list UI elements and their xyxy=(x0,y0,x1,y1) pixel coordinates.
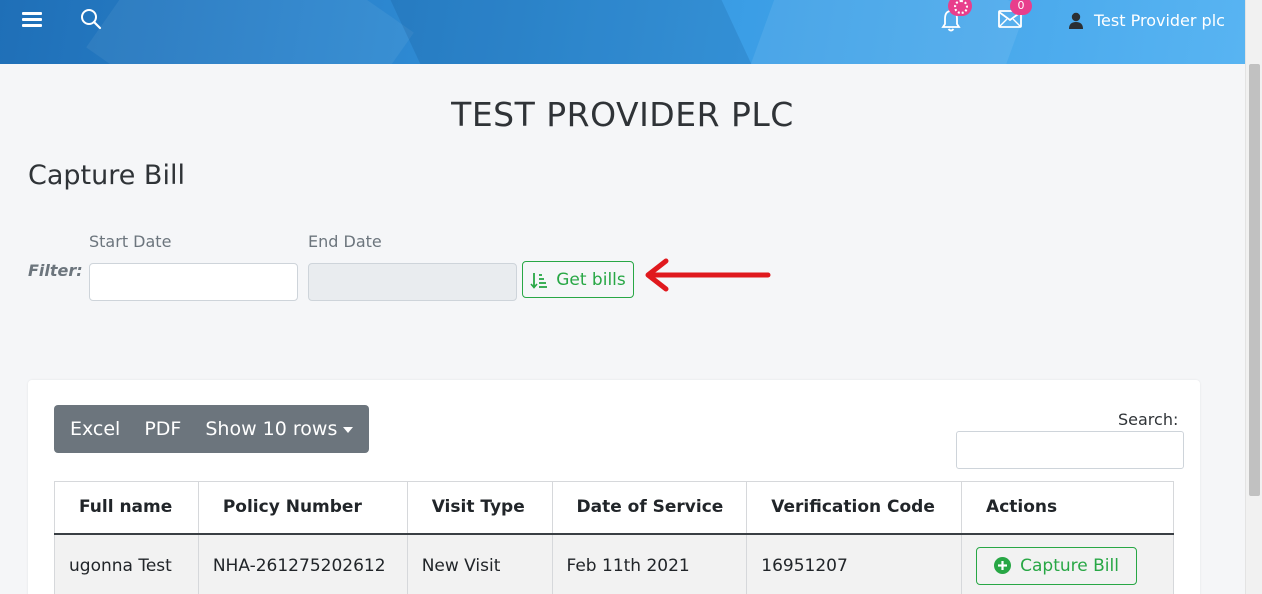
cell-date-of-service: Feb 11th 2021 xyxy=(551,533,748,594)
page-scrollbar[interactable] xyxy=(1245,0,1262,594)
caret-down-icon xyxy=(343,426,354,433)
cell-policy-number: NHA-261275202612 xyxy=(197,533,408,594)
company-name: TEST PROVIDER PLC xyxy=(451,95,794,134)
search-icon[interactable] xyxy=(80,8,102,30)
table-tools: Excel PDF Show 10 rows xyxy=(54,405,370,453)
filter-label: Filter: xyxy=(28,261,83,280)
start-date-label: Start Date xyxy=(89,232,172,251)
mail-count-badge: 0 xyxy=(1010,0,1032,15)
user-icon xyxy=(1069,12,1083,29)
menu-icon[interactable] xyxy=(22,12,42,28)
capture-bill-button[interactable]: Capture Bill xyxy=(976,546,1138,585)
col-verification-code[interactable]: Verification Code xyxy=(746,481,963,535)
table-header-row: Full name Policy Number Visit Type Date … xyxy=(54,481,1174,535)
col-full-name[interactable]: Full name xyxy=(54,481,199,535)
end-date-label: End Date xyxy=(308,232,382,251)
cell-verification-code: 16951207 xyxy=(746,533,963,594)
top-navbar xyxy=(0,0,1245,64)
get-bills-button[interactable]: Get bills xyxy=(522,261,634,298)
user-menu[interactable]: Test Provider plc xyxy=(1068,11,1225,30)
col-date-of-service[interactable]: Date of Service xyxy=(551,481,748,535)
show-rows-dropdown[interactable]: Show 10 rows xyxy=(193,405,365,453)
bills-table: Full name Policy Number Visit Type Date … xyxy=(54,481,1174,594)
table-search-input[interactable] xyxy=(956,431,1184,469)
scroll-thumb[interactable] xyxy=(1249,64,1260,496)
end-date-input[interactable] xyxy=(308,263,517,301)
plus-circle-icon xyxy=(994,557,1012,575)
col-policy-number[interactable]: Policy Number xyxy=(197,481,408,535)
col-actions: Actions xyxy=(961,481,1174,535)
get-bills-label: Get bills xyxy=(556,269,626,290)
search-label: Search: xyxy=(1118,410,1179,429)
cell-visit-type: New Visit xyxy=(406,533,553,594)
start-date-input[interactable] xyxy=(89,263,298,301)
annotation-arrow-icon xyxy=(645,258,771,292)
sort-amount-down-icon xyxy=(530,272,548,289)
page-title: Capture Bill xyxy=(28,160,185,191)
pdf-button[interactable]: PDF xyxy=(132,405,193,453)
user-name: Test Provider plc xyxy=(1094,11,1225,30)
table-row: ugonna Test NHA-261275202612 New Visit F… xyxy=(54,533,1174,594)
capture-bill-label: Capture Bill xyxy=(1020,555,1119,576)
cell-full-name: ugonna Test xyxy=(54,533,199,594)
notification-badge xyxy=(948,0,972,16)
excel-button[interactable]: Excel xyxy=(58,405,132,453)
col-visit-type[interactable]: Visit Type xyxy=(406,481,553,535)
cell-actions: Capture Bill xyxy=(961,533,1174,594)
show-rows-label: Show 10 rows xyxy=(205,418,338,440)
